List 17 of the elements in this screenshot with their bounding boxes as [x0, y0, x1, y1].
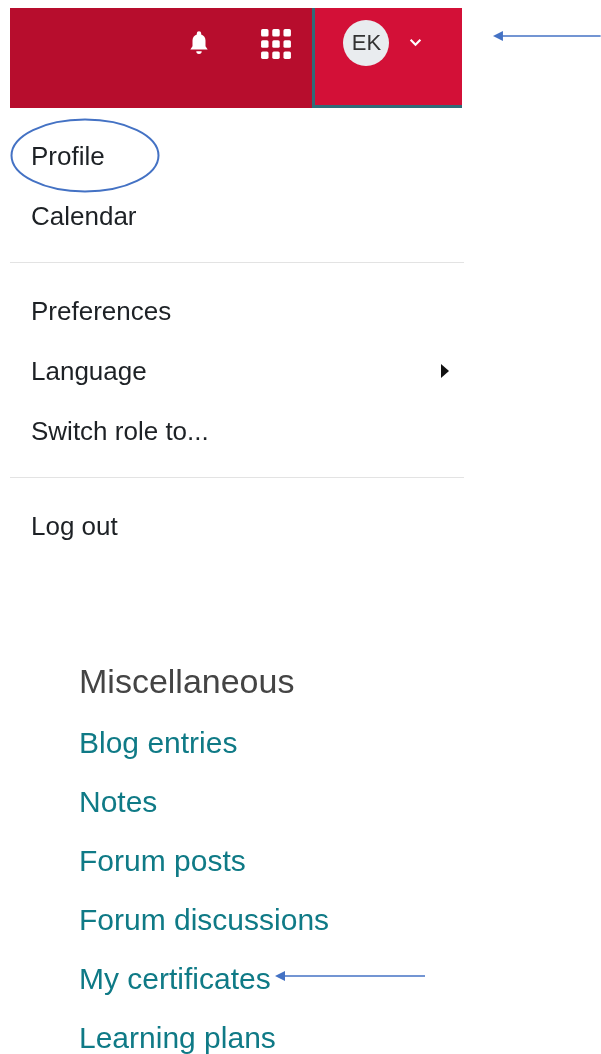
user-menu-button[interactable]: EK: [312, 8, 463, 108]
menu-item[interactable]: Language: [10, 355, 147, 387]
menu-item[interactable]: Calendar: [10, 200, 137, 232]
menu-item[interactable]: Log out: [10, 510, 118, 542]
link[interactable]: Notes: [79, 785, 158, 819]
caret-icon: [409, 38, 423, 47]
menu-item[interactable]: Switch role to...: [10, 415, 209, 447]
section-heading: Miscellaneous: [79, 661, 296, 702]
link[interactable]: Forum discussions: [79, 903, 330, 937]
app-grid-icon[interactable]: [260, 28, 292, 60]
link[interactable]: My certificates: [79, 962, 271, 996]
link[interactable]: Forum posts: [79, 844, 246, 878]
link[interactable]: Learning plans: [79, 1021, 276, 1054]
link[interactable]: Blog entries: [79, 726, 238, 760]
menu-item[interactable]: Preferences: [10, 295, 172, 327]
submenu-arrow-icon: [440, 363, 450, 379]
avatar: EK: [343, 20, 390, 66]
